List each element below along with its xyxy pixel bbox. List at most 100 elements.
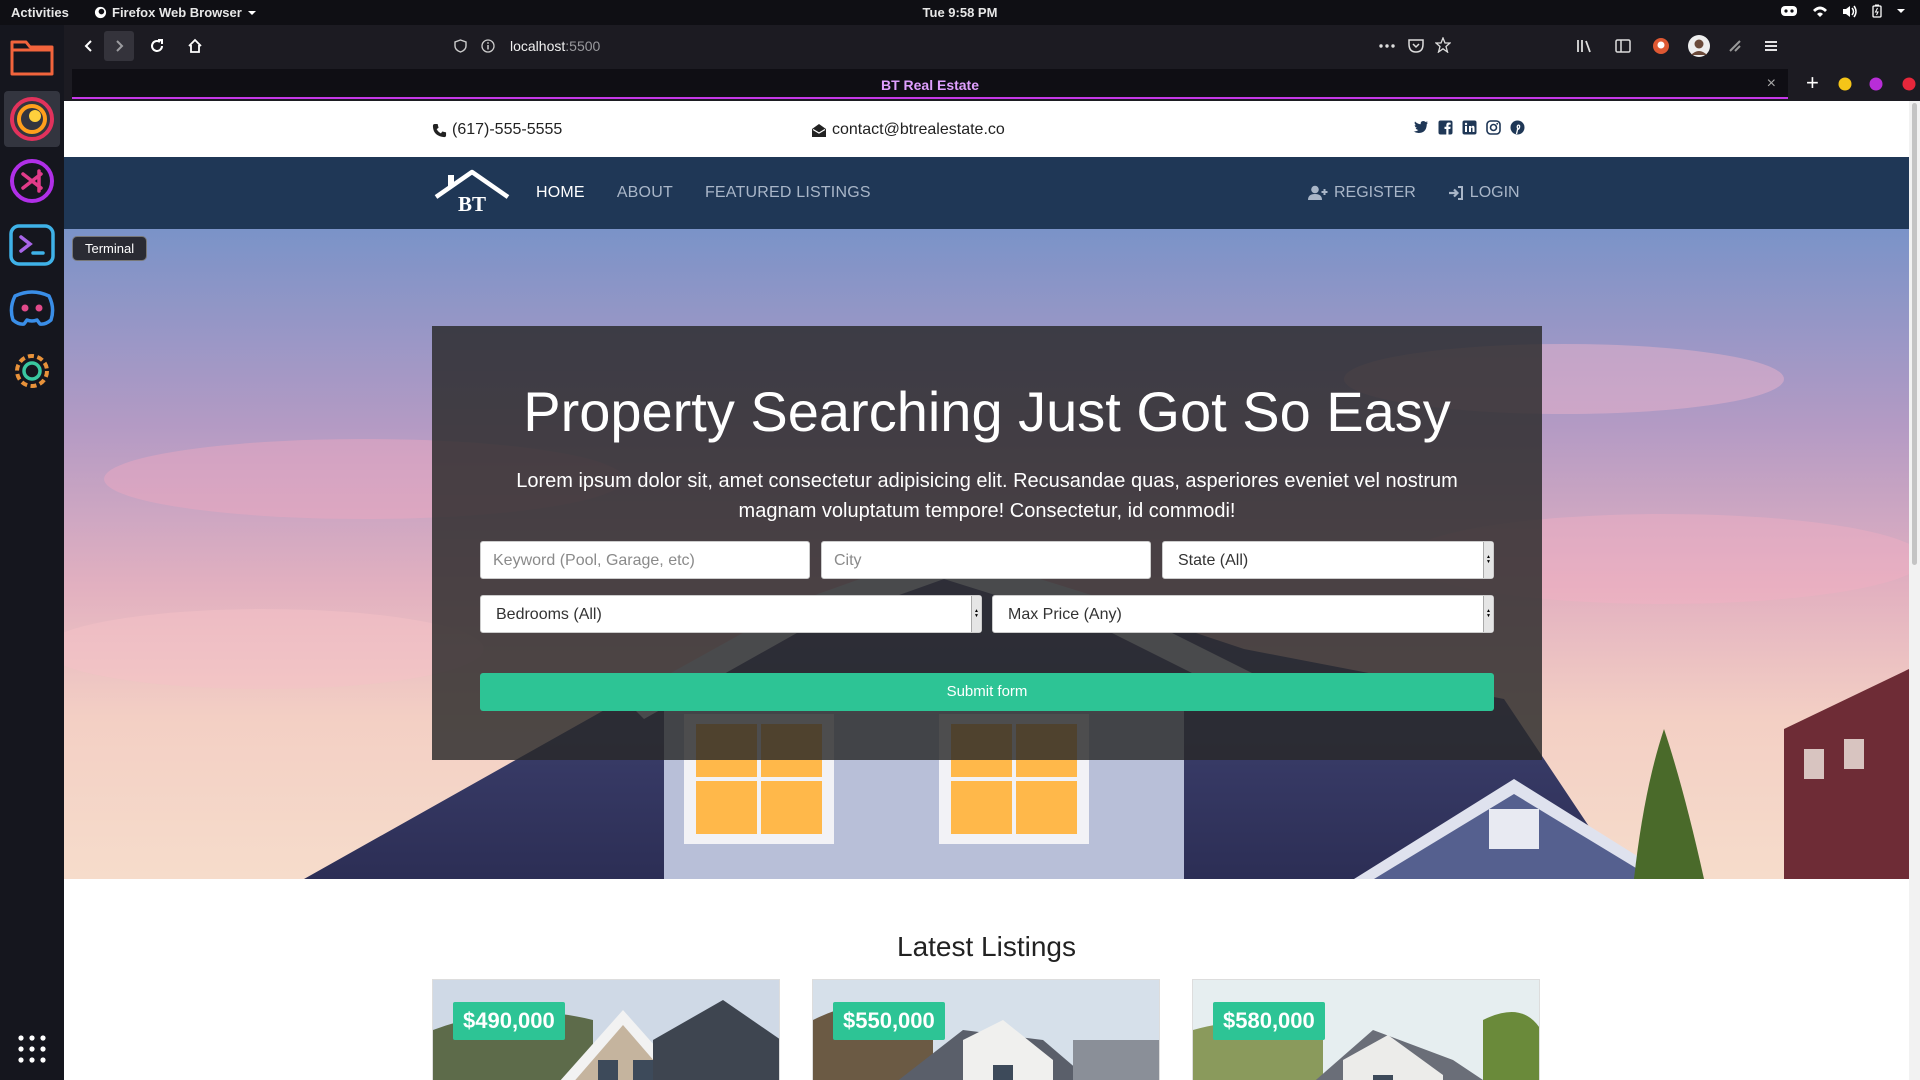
clock[interactable]: Tue 9:58 PM [0, 5, 1920, 20]
contact-phone: (617)-555-5555 [432, 121, 562, 139]
search-panel: Property Searching Just Got So Easy Lore… [432, 326, 1542, 760]
settings-icon[interactable] [4, 343, 60, 399]
extension-2-button[interactable] [1720, 31, 1750, 61]
city-input[interactable]: City [821, 541, 1151, 579]
duckduckgo-icon [1653, 38, 1669, 54]
app-grid-icon[interactable] [4, 1021, 60, 1077]
max-price-select-value: Max Price (Any) [1008, 606, 1122, 623]
browser-toolbar: localhost:5500 [64, 25, 1920, 67]
brand-logo[interactable]: BT [434, 169, 510, 215]
nav-featured-listings-link[interactable]: FEATURED LISTINGS [705, 184, 871, 202]
facebook-icon[interactable] [1438, 120, 1453, 135]
pinterest-icon[interactable] [1510, 120, 1525, 135]
hero-lead-text: Lorem ipsum dolor sit, amet consectetur … [516, 470, 1458, 522]
phone-text: (617)-555-5555 [452, 121, 563, 138]
dock [0, 25, 64, 1080]
vscode-icon[interactable] [4, 153, 60, 209]
dock-tooltip: Terminal [72, 236, 148, 261]
select-arrows-icon: ▲ ▼ [971, 596, 981, 632]
hamburger-icon [1765, 41, 1777, 51]
firefox-icon[interactable] [4, 91, 60, 147]
maximize-button[interactable] [1869, 77, 1883, 91]
reload-button[interactable] [142, 31, 172, 61]
tab-active[interactable]: BT Real Estate × [72, 69, 1788, 99]
close-window-button[interactable] [1902, 77, 1916, 91]
primary-nav: HOME ABOUT FEATURED LISTINGS [536, 184, 871, 202]
envelope-open-icon [812, 123, 826, 137]
submit-form-button[interactable]: Submit form [480, 673, 1494, 711]
pocket-icon[interactable] [1408, 38, 1424, 53]
dark-reader-icon [1729, 40, 1741, 52]
nav-home-link[interactable]: HOME [536, 184, 585, 202]
arrow-right-icon [116, 40, 124, 52]
home-button[interactable] [180, 31, 210, 61]
phone-icon [432, 123, 447, 137]
tab-title: BT Real Estate [880, 77, 980, 93]
forward-button[interactable] [104, 31, 134, 61]
sidebar-button[interactable] [1608, 31, 1638, 61]
bedrooms-select-value: Bedrooms (All) [496, 606, 602, 623]
listing-card[interactable]: $550,000 [812, 979, 1160, 1080]
shield-icon[interactable] [454, 39, 467, 53]
library-button[interactable] [1570, 31, 1600, 61]
volume-icon[interactable] [1842, 5, 1858, 18]
keyword-input[interactable]: Keyword (Pool, Garage, etc) [480, 541, 810, 579]
url-bar[interactable]: localhost:5500 [444, 30, 1504, 62]
page-actions-icon[interactable] [1379, 44, 1395, 48]
state-select[interactable]: State (All) ▲ ▼ [1162, 541, 1494, 579]
tab-strip: BT Real Estate × + [64, 67, 1920, 101]
latest-listings-heading: Latest Listings [897, 931, 1076, 962]
avatar [1688, 35, 1710, 57]
login-label: LOGIN [1469, 184, 1520, 201]
new-tab-button[interactable]: + [1806, 70, 1819, 96]
terminal-icon[interactable] [4, 217, 60, 273]
activities-button[interactable]: Activities [11, 5, 69, 20]
hero-heading: Property Searching Just Got So Easy [523, 380, 1451, 443]
user-plus-icon [1308, 185, 1328, 200]
max-price-select[interactable]: Max Price (Any) ▲ ▼ [992, 595, 1494, 633]
linkedin-icon[interactable] [1462, 120, 1477, 135]
twitter-icon[interactable] [1413, 120, 1429, 134]
discord-tray-icon[interactable] [1780, 4, 1798, 18]
arrow-left-icon [84, 40, 92, 52]
register-label: REGISTER [1334, 184, 1416, 201]
url-host: localhost [510, 38, 566, 54]
back-button[interactable] [74, 31, 104, 61]
bookmark-star-icon[interactable] [1435, 37, 1451, 53]
power-menu-chevron-icon[interactable] [1896, 7, 1906, 15]
app-menu[interactable]: Firefox Web Browser [94, 5, 257, 20]
extension-button[interactable] [1646, 31, 1676, 61]
url-text[interactable]: localhost:5500 [510, 38, 600, 54]
main-navbar: BT HOME ABOUT FEATURED LISTINGS REGISTER… [64, 157, 1909, 229]
logo-text: BT [458, 192, 486, 215]
system-tray[interactable] [1780, 4, 1906, 18]
house-logo-icon: BT [434, 169, 510, 215]
register-link[interactable]: REGISTER [1308, 184, 1416, 202]
listing-card[interactable]: $490,000 [432, 979, 780, 1080]
contact-bar: (617)-555-5555 contact@btrealestate.co [64, 101, 1909, 157]
scrollbar-thumb[interactable] [1912, 103, 1917, 565]
instagram-icon[interactable] [1486, 120, 1501, 135]
select-arrows-icon: ▲ ▼ [1483, 596, 1493, 632]
system-top-bar: Activities Firefox Web Browser Tue 9:58 … [0, 0, 1920, 25]
listing-price-badge: $490,000 [453, 1002, 565, 1040]
files-icon[interactable] [4, 27, 60, 83]
listing-card[interactable]: $580,000 [1192, 979, 1540, 1080]
app-menu-label: Firefox Web Browser [112, 5, 242, 20]
bedrooms-select[interactable]: Bedrooms (All) ▲ ▼ [480, 595, 982, 633]
social-links [1413, 120, 1525, 135]
tab-close-icon[interactable]: × [1767, 75, 1776, 93]
battery-icon[interactable] [1872, 4, 1882, 18]
state-select-value: State (All) [1178, 552, 1249, 569]
page-scrollbar[interactable] [1909, 101, 1920, 1080]
listing-price-badge: $580,000 [1213, 1002, 1325, 1040]
info-icon[interactable] [481, 39, 495, 53]
app-menu-button[interactable] [1756, 31, 1786, 61]
login-link[interactable]: LOGIN [1448, 184, 1520, 202]
wifi-icon[interactable] [1812, 5, 1828, 18]
minimize-button[interactable] [1838, 77, 1852, 91]
account-button[interactable] [1684, 31, 1714, 61]
discord-icon[interactable] [4, 280, 60, 336]
web-page: (617)-555-5555 contact@btrealestate.co B… [64, 101, 1909, 1080]
nav-about-link[interactable]: ABOUT [617, 184, 673, 202]
